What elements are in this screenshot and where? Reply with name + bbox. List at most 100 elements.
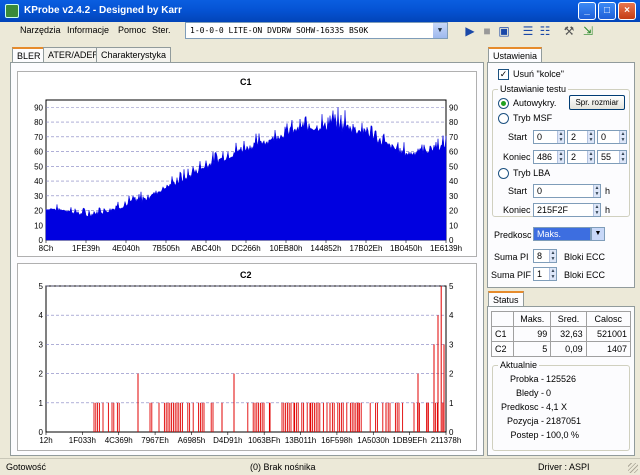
msf-start-min-value: 0 [537, 132, 543, 142]
x-tick-label: 1063BFh [248, 436, 280, 445]
x-tick-label: 17B02Eh [350, 244, 383, 253]
x-tick-label: 1B0450h [390, 244, 422, 253]
sum-pif-field[interactable]: 1 ▲ ▼ [533, 267, 557, 281]
y-tick-label: 4 [449, 311, 454, 320]
spin-icon[interactable]: ▲ ▼ [619, 131, 626, 143]
spin-icon[interactable]: ▲ ▼ [557, 131, 564, 143]
y-tick-label: 60 [34, 148, 43, 157]
chevron-down-icon[interactable]: ▼ [591, 227, 605, 241]
chart-panel: C1 0 0 10 10 20 20 30 30 40 40 50 50 60 60 70 70 80 80 90 9… [10, 62, 484, 456]
exit-icon[interactable]: ⇲ [580, 23, 596, 39]
row-max: 99 [513, 326, 552, 342]
row-name: C1 [490, 326, 515, 342]
stats-header-row: Maks. Sred. Calosc [490, 311, 632, 327]
msf-end-sec[interactable]: 2 ▲ ▼ [567, 150, 595, 164]
lba-end-field[interactable]: 215F2F ▲ ▼ [533, 203, 601, 217]
x-tick-label: 7B505h [152, 244, 180, 253]
layout-icon[interactable]: ☰ [520, 23, 536, 39]
c1-chart: 0 010 1020 2030 3040 4050 5060 6070 7080 8090 908C… [34, 99, 462, 253]
lba-radio[interactable] [498, 168, 509, 179]
close-button[interactable]: × [618, 2, 636, 20]
tab-ustawienia[interactable]: Ustawienia [488, 47, 543, 62]
y-tick-label: 40 [449, 177, 458, 186]
tools-icon[interactable]: ⚒ [561, 23, 577, 39]
speed-select[interactable]: Maks. [533, 227, 591, 241]
spin-icon[interactable]: ▲ ▼ [619, 151, 626, 163]
x-tick-label: 1F033h [69, 436, 96, 445]
errors-value: 0 [546, 388, 552, 398]
y-tick-label: 60 [449, 148, 458, 157]
resize-grip[interactable] [628, 463, 638, 473]
spin-icon[interactable]: ▲ ▼ [593, 185, 600, 197]
remove-spikes-checkbox[interactable]: ✓ [498, 69, 509, 80]
menu-narzedzia[interactable]: Narzędzia [20, 25, 61, 35]
auto-radio[interactable] [498, 98, 509, 109]
sum-pif-value: 1 [537, 269, 543, 279]
menu-ster[interactable]: Ster. [152, 25, 171, 35]
lba-start-label: Start [508, 186, 528, 196]
settings-panel: ✓ Usuń "kolce" Ustawianie testu Autowykr… [487, 62, 635, 288]
x-tick-label: 13B011h [285, 436, 316, 445]
c2-chart: 0 01 12 23 34 45 512h 1F033h 4C369h 7967Eh A6985h D… [39, 282, 462, 445]
stop-icon[interactable]: ■ [479, 23, 495, 39]
current-label: Aktualnie [498, 360, 540, 370]
x-tick-label: 4C369h [105, 436, 133, 445]
lba-end-label: Koniec [503, 205, 531, 215]
y-tick-label: 1 [449, 399, 454, 408]
y-tick-label: 2 [449, 370, 454, 379]
stats-header: Maks. [513, 311, 552, 327]
menu-informacje[interactable]: Informacje [67, 25, 109, 35]
msf-end-frame[interactable]: 55 ▲ ▼ [597, 150, 627, 164]
layout-alt-icon[interactable]: ☷ [537, 23, 553, 39]
lba-start-unit: h [605, 186, 611, 196]
maximize-button[interactable]: □ [598, 2, 616, 20]
y-tick-label: 30 [34, 192, 43, 201]
y-tick-label: 90 [449, 103, 458, 112]
sum-pi-field[interactable]: 8 ▲ ▼ [533, 249, 557, 263]
chevron-down-icon[interactable]: ▼ [433, 23, 447, 38]
spin-icon[interactable]: ▲ ▼ [549, 250, 556, 262]
spin-icon[interactable]: ▲ ▼ [593, 204, 600, 216]
x-tick-label: D4D91h [213, 436, 242, 445]
sum-pi-value: 8 [537, 251, 543, 261]
tab-ater-ader[interactable]: ATER/ADER [43, 47, 104, 62]
save-icon[interactable]: ▣ [496, 23, 512, 39]
stats-header: Sred. [550, 311, 587, 327]
y-tick-label: 10 [449, 221, 458, 230]
menu-pomoc[interactable]: Pomoc [118, 25, 146, 35]
msf-label: Tryb MSF [513, 113, 553, 123]
spin-icon[interactable]: ▲ ▼ [587, 131, 594, 143]
tab-status[interactable]: Status [488, 291, 524, 306]
drive-select[interactable]: 1-0-0-0 LITE-ON DVDRW SOHW-1633S BS0K ▼ [185, 22, 448, 39]
status-panel: Maks. Sred. Calosc C1 99 32,63 521001 C2… [487, 306, 635, 456]
minimize-button[interactable]: _ [578, 2, 596, 20]
table-row: C2 5 0,09 1407 [490, 341, 632, 357]
msf-start-sec-value: 2 [571, 132, 577, 142]
msf-end-min[interactable]: 486 ▲ ▼ [533, 150, 565, 164]
msf-end-label: Koniec [503, 152, 531, 162]
x-tick-label: 16F598h [321, 436, 353, 445]
table-row: C1 99 32,63 521001 [490, 326, 632, 342]
sum-pi-ecc-label: Bloki ECC [564, 252, 606, 262]
spin-icon[interactable]: ▲ ▼ [557, 151, 564, 163]
y-tick-label: 20 [449, 207, 458, 216]
window-title: KProbe v2.4.2 - Designed by Karr [24, 5, 182, 16]
lba-start-field[interactable]: 0 ▲ ▼ [533, 184, 601, 198]
stats-corner [490, 311, 515, 327]
x-tick-label: 7967Eh [141, 436, 169, 445]
msf-start-frame[interactable]: 0 ▲ ▼ [597, 130, 627, 144]
check-size-button[interactable]: Spr. rozmiar [569, 95, 625, 110]
msf-start-sec[interactable]: 2 ▲ ▼ [567, 130, 595, 144]
y-tick-label: 30 [449, 192, 458, 201]
play-icon[interactable]: ▶ [462, 23, 478, 39]
tab-charakterystyka[interactable]: Charakterystyka [96, 47, 172, 62]
x-tick-label: 8Ch [39, 244, 54, 253]
msf-start-min[interactable]: 0 ▲ ▼ [533, 130, 565, 144]
spin-icon[interactable]: ▲ ▼ [549, 268, 556, 280]
msf-start-frame-value: 0 [601, 132, 607, 142]
y-tick-label: 5 [449, 282, 454, 291]
y-tick-label: 1 [39, 399, 44, 408]
spin-icon[interactable]: ▲ ▼ [587, 151, 594, 163]
msf-radio[interactable] [498, 113, 509, 124]
probe-label: Probka - [509, 374, 544, 384]
